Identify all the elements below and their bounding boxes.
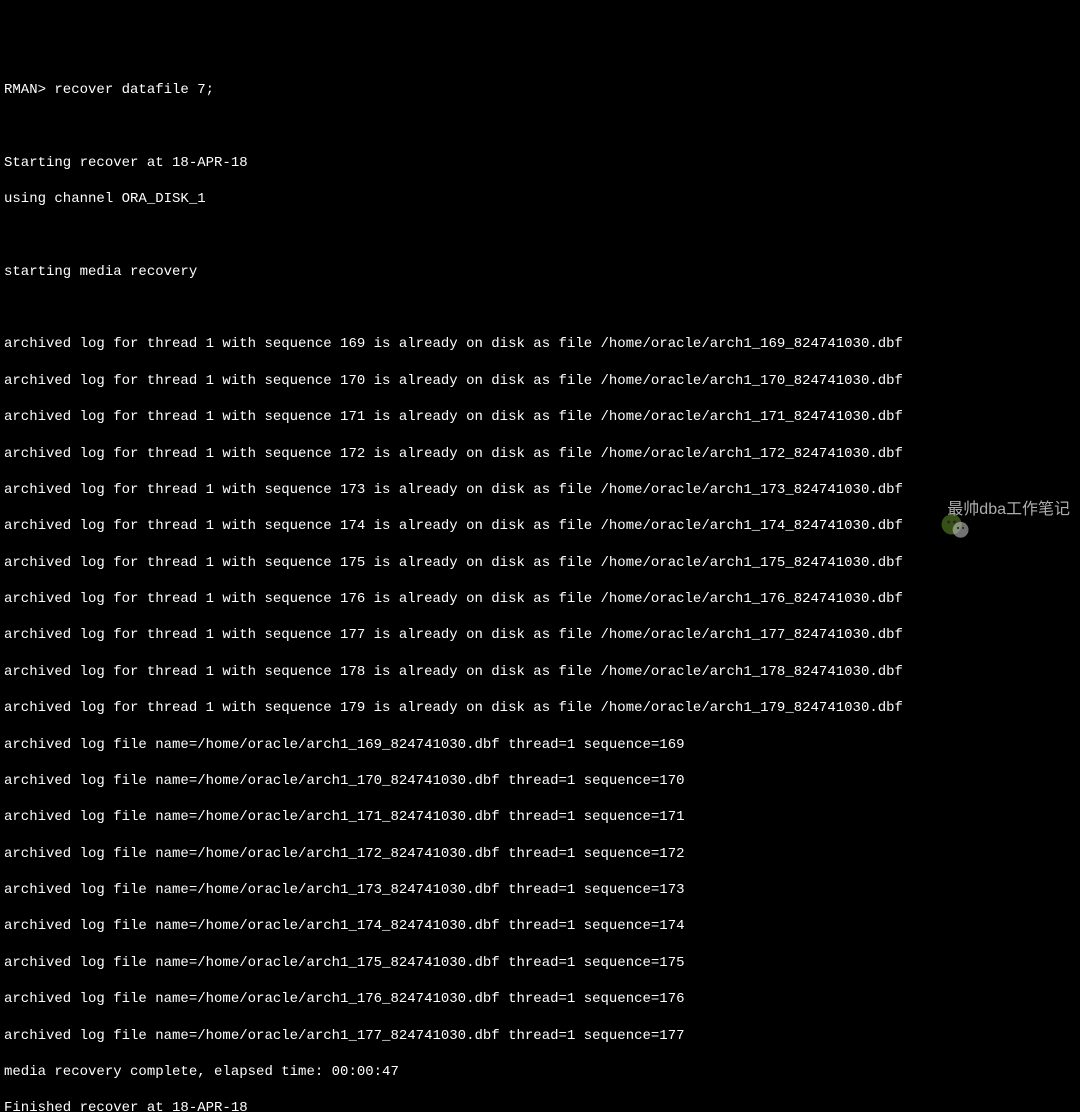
archived-log-on-disk-line: archived log for thread 1 with sequence … — [4, 590, 1076, 608]
archived-log-file-line: archived log file name=/home/oracle/arch… — [4, 917, 1076, 935]
archived-log-on-disk-line: archived log for thread 1 with sequence … — [4, 372, 1076, 390]
blank-line — [4, 226, 1076, 244]
archived-log-file-line: archived log file name=/home/oracle/arch… — [4, 990, 1076, 1008]
archived-log-file-line: archived log file name=/home/oracle/arch… — [4, 772, 1076, 790]
archived-log-on-disk-line: archived log for thread 1 with sequence … — [4, 408, 1076, 426]
archived-log-file-line: archived log file name=/home/oracle/arch… — [4, 808, 1076, 826]
recovery-complete-line: media recovery complete, elapsed time: 0… — [4, 1063, 1076, 1081]
blank-line — [4, 117, 1076, 135]
archived-log-file-line: archived log file name=/home/oracle/arch… — [4, 736, 1076, 754]
archived-log-file-line: archived log file name=/home/oracle/arch… — [4, 1027, 1076, 1045]
watermark: 最帅dba工作笔记 — [905, 492, 1070, 528]
recover-start-line: Starting recover at 18-APR-18 — [4, 154, 1076, 172]
archived-log-file-line: archived log file name=/home/oracle/arch… — [4, 954, 1076, 972]
blank-line — [4, 299, 1076, 317]
rman-command-line[interactable]: RMAN> recover datafile 7; — [4, 81, 1076, 99]
channel-line: using channel ORA_DISK_1 — [4, 190, 1076, 208]
archived-log-file-line: archived log file name=/home/oracle/arch… — [4, 881, 1076, 899]
recover-finished-line: Finished recover at 18-APR-18 — [4, 1099, 1076, 1112]
archived-log-on-disk-line: archived log for thread 1 with sequence … — [4, 335, 1076, 353]
media-recovery-line: starting media recovery — [4, 263, 1076, 281]
watermark-text: 最帅dba工作笔记 — [947, 500, 1070, 521]
archived-log-on-disk-line: archived log for thread 1 with sequence … — [4, 663, 1076, 681]
archived-log-on-disk-line: archived log for thread 1 with sequence … — [4, 445, 1076, 463]
archived-log-on-disk-line: archived log for thread 1 with sequence … — [4, 626, 1076, 644]
archived-log-on-disk-line: archived log for thread 1 with sequence … — [4, 699, 1076, 717]
wechat-icon — [905, 492, 941, 528]
archived-log-file-line: archived log file name=/home/oracle/arch… — [4, 845, 1076, 863]
